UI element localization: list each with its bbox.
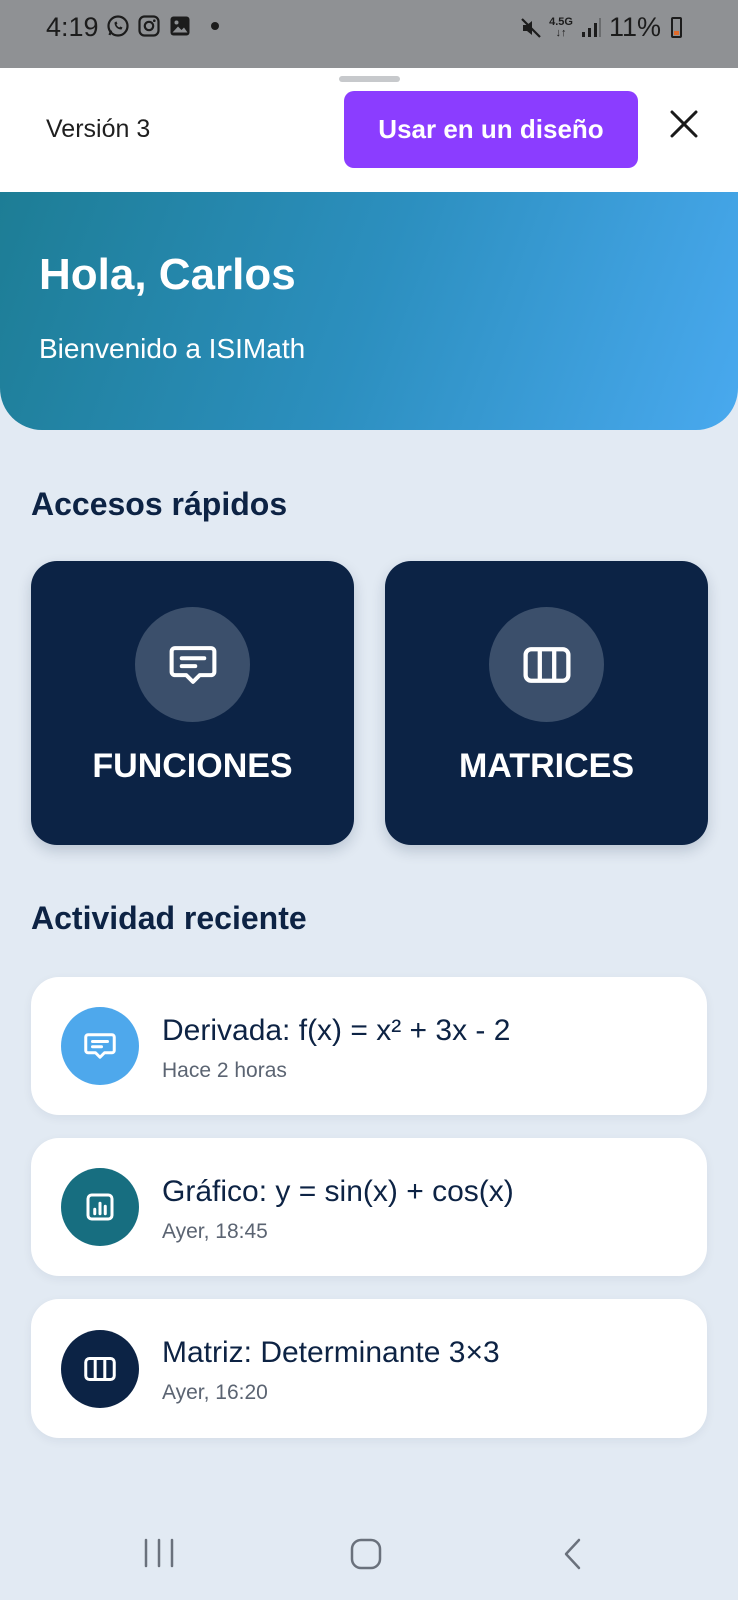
instagram-icon — [138, 15, 160, 37]
mute-icon — [521, 17, 541, 38]
activity-item-matrix[interactable]: Matriz: Determinante 3×3 Ayer, 16:20 — [31, 1299, 707, 1438]
message-icon — [84, 1033, 116, 1059]
battery-icon — [671, 17, 682, 38]
back-icon[interactable] — [563, 1538, 583, 1570]
activity-title: Matriz: Determinante 3×3 — [162, 1336, 500, 1369]
recent-activity-title: Actividad reciente — [31, 900, 307, 936]
activity-item-derivative[interactable]: Derivada: f(x) = x² + 3x - 2 Hace 2 hora… — [31, 977, 707, 1115]
quick-card-matrices[interactable]: MATRICES — [385, 561, 708, 845]
quick-card-icon-circle — [135, 607, 250, 722]
gallery-icon — [170, 16, 190, 36]
signal-icon — [581, 17, 601, 37]
chart-icon — [86, 1193, 114, 1221]
close-icon[interactable] — [666, 106, 702, 142]
whatsapp-icon — [107, 15, 129, 37]
network-type: 4.5G — [549, 15, 573, 28]
welcome-banner: Hola, Carlos Bienvenido a ISIMath — [0, 192, 738, 430]
status-indicators: 4.5G ↓↑ 11% — [519, 12, 682, 43]
activity-icon-circle — [61, 1330, 139, 1408]
quick-card-label: FUNCIONES — [92, 747, 293, 785]
network-arrows-icon: 4.5G ↓↑ — [549, 15, 573, 39]
message-icon — [169, 645, 216, 684]
columns-icon — [522, 646, 571, 683]
notification-icons — [106, 14, 219, 38]
status-bar: 4:19 4.5G ↓↑ 11% — [0, 0, 738, 68]
drag-handle[interactable] — [339, 76, 400, 82]
quick-card-icon-circle — [489, 607, 604, 722]
activity-item-graph[interactable]: Gráfico: y = sin(x) + cos(x) Ayer, 18:45 — [31, 1138, 707, 1276]
quick-card-funciones[interactable]: FUNCIONES — [31, 561, 354, 845]
activity-icon-circle — [61, 1007, 139, 1085]
activity-icon-circle — [61, 1168, 139, 1246]
battery-percent: 11% — [608, 12, 661, 42]
activity-title: Derivada: f(x) = x² + 3x - 2 — [162, 1014, 511, 1047]
activity-time: Ayer, 16:20 — [162, 1381, 268, 1404]
greeting-title: Hola, Carlos — [39, 250, 296, 299]
system-nav-bar — [0, 1500, 738, 1600]
activity-time: Hace 2 horas — [162, 1059, 287, 1082]
welcome-subtitle: Bienvenido a ISIMath — [39, 333, 306, 364]
columns-icon — [84, 1357, 116, 1381]
status-time: 4:19 — [46, 12, 99, 42]
home-icon[interactable] — [350, 1538, 382, 1570]
sheet-header: Versión 3 Usar en un diseño — [0, 68, 738, 192]
quick-card-label: MATRICES — [458, 747, 635, 785]
recents-icon[interactable] — [143, 1538, 175, 1568]
activity-title: Gráfico: y = sin(x) + cos(x) — [162, 1175, 514, 1208]
version-label: Versión 3 — [46, 115, 151, 143]
dot-indicator — [211, 22, 219, 30]
quick-access-title: Accesos rápidos — [31, 486, 288, 522]
use-in-design-button[interactable]: Usar en un diseño — [344, 91, 638, 168]
activity-time: Ayer, 18:45 — [162, 1220, 268, 1243]
